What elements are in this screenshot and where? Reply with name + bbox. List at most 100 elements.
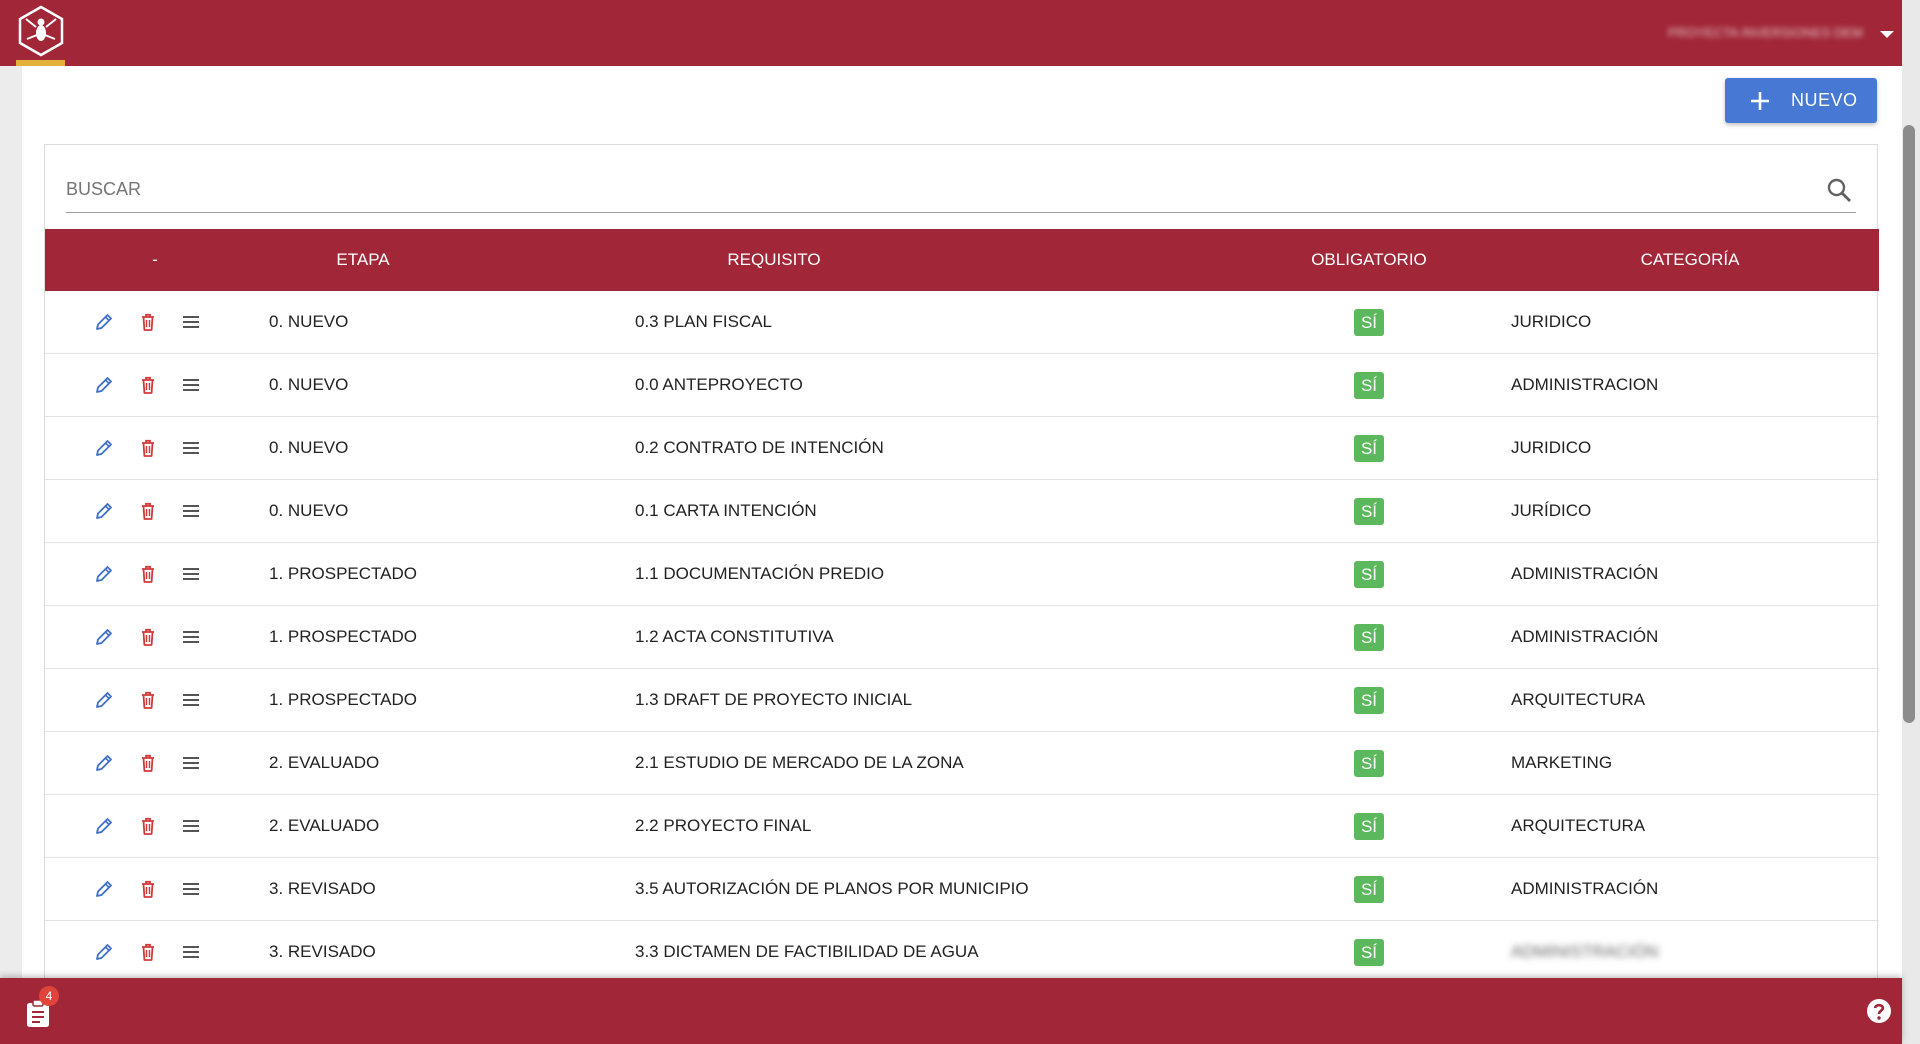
table-row: 0. NUEVO 0.0 ANTEPROYECTO SÍ ADMINISTRACION [45,354,1879,417]
menu-lines-icon[interactable] [180,437,202,459]
pencil-icon[interactable] [93,626,115,648]
pencil-icon[interactable] [93,374,115,396]
menu-lines-icon[interactable] [180,311,202,333]
cell-etapa: 3. REVISADO [269,942,376,961]
pencil-icon[interactable] [93,563,115,585]
cell-requisito: 1.1 DOCUMENTACIÓN PREDIO [635,564,885,583]
pencil-icon[interactable] [93,941,115,963]
menu-lines-icon[interactable] [180,878,202,900]
table-row: 2. EVALUADO 2.2 PROYECTO FINAL SÍ ARQUITECT… [45,795,1879,858]
cell-categoria: JURÍDICO [1511,501,1592,520]
obligatorio-badge: SÍ [1354,372,1384,399]
pencil-icon[interactable] [93,878,115,900]
obligatorio-badge: SÍ [1354,624,1384,651]
search-input[interactable] [66,175,1766,203]
trash-icon[interactable] [137,437,159,459]
cell-etapa: 0. NUEVO [269,375,349,394]
pencil-icon[interactable] [93,437,115,459]
cell-requisito: 0.1 CARTA INTENCIÓN [635,501,817,520]
obligatorio-badge: SÍ [1354,687,1384,714]
obligatorio-badge: SÍ [1354,309,1384,336]
top-app-bar: PROYECTA INVERSIONES DEMO [0,0,1902,66]
pencil-icon[interactable] [93,752,115,774]
plus-icon [1751,91,1769,110]
cell-categoria: ARQUITECTURA [1511,690,1646,709]
cell-requisito: 0.3 PLAN FISCAL [635,312,773,331]
obligatorio-badge: SÍ [1354,435,1384,462]
cell-categoria: ADMINISTRACIÓN [1511,942,1659,961]
cell-requisito: 2.2 PROYECTO FINAL [635,816,812,835]
cell-categoria: JURIDICO [1511,438,1592,457]
cell-categoria: ADMINISTRACION [1511,375,1659,394]
menu-lines-icon[interactable] [180,689,202,711]
menu-lines-icon[interactable] [180,941,202,963]
cell-requisito: 0.2 CONTRATO DE INTENCIÓN [635,438,884,457]
cell-categoria: MARKETING [1511,753,1613,772]
trash-icon[interactable] [137,374,159,396]
cell-requisito: 3.5 AUTORIZACIÓN DE PLANOS POR MUNICIPIO [635,879,1029,898]
new-button[interactable]: NUEVO [1725,78,1877,123]
cell-requisito: 1.3 DRAFT DE PROYECTO INICIAL [635,690,913,709]
user-name[interactable]: PROYECTA INVERSIONES DEMO [1668,25,1863,39]
cell-etapa: 2. EVALUADO [269,816,380,835]
obligatorio-badge: SÍ [1354,813,1384,840]
cell-etapa: 3. REVISADO [269,879,376,898]
trash-icon[interactable] [137,689,159,711]
cell-requisito: 2.1 ESTUDIO DE MERCADO DE LA ZONA [635,753,964,772]
cell-etapa: 0. NUEVO [269,438,349,457]
help-circle-icon[interactable] [1866,998,1892,1024]
menu-lines-icon[interactable] [180,563,202,585]
table-row: 0. NUEVO 0.3 PLAN FISCAL SÍ JURIDICO [45,291,1879,354]
requirements-card: - ETAPA REQUISITO OBLIGATORIO CATEGORÍA … [44,144,1879,978]
column-header-requisito[interactable]: REQUISITO [521,229,1027,291]
trash-icon[interactable] [137,752,159,774]
main-content: NUEVO - ETAPA REQUISITO OBLIGATORIO CATE… [22,66,1902,978]
trash-icon[interactable] [137,626,159,648]
notification-count-badge: 4 [39,986,59,1006]
cell-etapa: 0. NUEVO [269,501,349,520]
table-row: 0. NUEVO 0.1 CARTA INTENCIÓN SÍ JURÍDICO [45,480,1879,543]
obligatorio-badge: SÍ [1354,750,1384,777]
obligatorio-badge: SÍ [1354,498,1384,525]
cell-etapa: 1. PROSPECTADO [269,690,417,709]
obligatorio-badge: SÍ [1354,876,1384,903]
search-bar [66,167,1856,213]
trash-icon[interactable] [137,878,159,900]
trash-icon[interactable] [137,311,159,333]
pencil-icon[interactable] [93,689,115,711]
table-row: 1. PROSPECTADO 1.3 DRAFT DE PROYECTO INIC… [45,669,1879,732]
trash-icon[interactable] [137,500,159,522]
pencil-icon[interactable] [93,311,115,333]
pencil-icon[interactable] [93,500,115,522]
cell-categoria: ADMINISTRACIÓN [1511,627,1659,646]
hexagon-bee-logo-icon[interactable] [17,5,65,57]
cell-etapa: 2. EVALUADO [269,753,380,772]
pencil-icon[interactable] [93,815,115,837]
column-header-actions: - [152,250,158,269]
trash-icon[interactable] [137,941,159,963]
bottom-app-bar: 4 [0,978,1902,1044]
table-row: 2. EVALUADO 2.1 ESTUDIO DE MERCADO DE LA … [45,732,1879,795]
cell-categoria: JURIDICO [1511,312,1592,331]
menu-lines-icon[interactable] [180,815,202,837]
column-header-categoria[interactable]: CATEGORÍA [1565,229,1815,291]
cell-etapa: 1. PROSPECTADO [269,627,417,646]
table-row: 1. PROSPECTADO 1.2 ACTA CONSTITUTIVA SÍ ADM… [45,606,1879,669]
scrollbar-thumb[interactable] [1903,125,1915,723]
table-header: - ETAPA REQUISITO OBLIGATORIO CATEGORÍA [45,229,1879,291]
menu-lines-icon[interactable] [180,500,202,522]
column-header-obligatorio[interactable]: OBLIGATORIO [1265,229,1473,291]
cell-requisito: 3.3 DICTAMEN DE FACTIBILIDAD DE AGUA [635,942,979,961]
table-row: 0. NUEVO 0.2 CONTRATO DE INTENCIÓN SÍ JURID… [45,417,1879,480]
chevron-down-icon[interactable] [1880,31,1894,38]
cell-requisito: 1.2 ACTA CONSTITUTIVA [635,627,834,646]
column-header-etapa[interactable]: ETAPA [205,229,521,291]
search-icon[interactable] [1826,177,1852,203]
trash-icon[interactable] [137,563,159,585]
menu-lines-icon[interactable] [180,752,202,774]
menu-lines-icon[interactable] [180,626,202,648]
table-row: 3. REVISADO 3.5 AUTORIZACIÓN DE PLANOS PO… [45,858,1879,921]
table-row: 3. REVISADO 3.3 DICTAMEN DE FACTIBILIDAD … [45,921,1879,978]
menu-lines-icon[interactable] [180,374,202,396]
trash-icon[interactable] [137,815,159,837]
